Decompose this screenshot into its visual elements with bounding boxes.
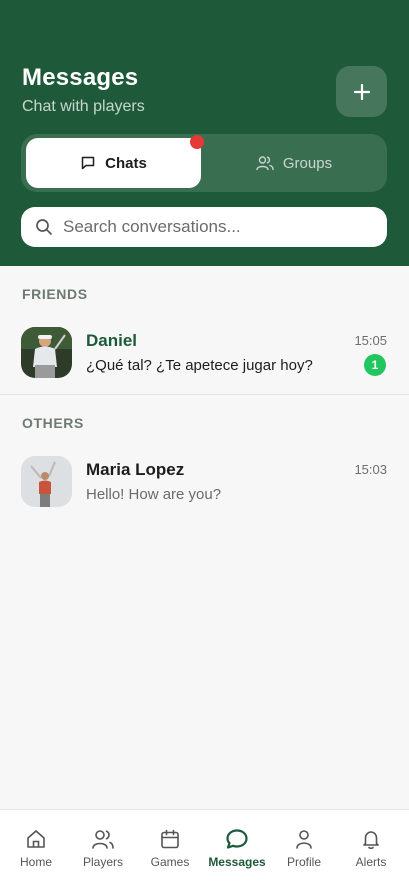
search-icon	[36, 219, 52, 235]
avatar	[21, 327, 72, 378]
header: Messages Chat with players Chats Groups	[0, 0, 409, 266]
chat-bubble-icon	[226, 829, 248, 849]
contact-name: Maria Lopez	[86, 460, 185, 479]
nav-messages-label: Messages	[208, 855, 266, 869]
nav-messages[interactable]: Messages	[203, 828, 271, 869]
users-icon	[92, 830, 114, 849]
message-preview: Hello! How are you?	[86, 486, 222, 503]
nav-players[interactable]: Players	[69, 828, 137, 869]
divider	[0, 394, 409, 395]
home-icon	[27, 830, 45, 848]
section-label-friends: FRIENDS	[22, 286, 88, 302]
tab-chats[interactable]: Chats	[26, 138, 201, 188]
calendar-icon	[161, 829, 179, 849]
chat-bubble-icon	[81, 156, 95, 170]
users-icon	[256, 156, 274, 171]
avatar	[21, 456, 72, 507]
message-preview: ¿Qué tal? ¿Te apetece jugar hoy?	[86, 357, 313, 374]
tab-groups[interactable]: Groups	[205, 138, 383, 188]
nav-players-label: Players	[82, 855, 123, 869]
bell-icon	[363, 831, 379, 850]
person-icon	[296, 830, 312, 849]
message-time: 15:05	[354, 333, 387, 348]
notification-dot	[190, 135, 204, 149]
nav-games[interactable]: Games	[136, 828, 204, 869]
nav-profile[interactable]: Profile	[270, 828, 338, 869]
search-input[interactable]	[63, 217, 363, 237]
tab-groups-label: Groups	[282, 154, 333, 172]
message-time: 15:03	[354, 462, 387, 477]
page-title: Messages	[22, 64, 139, 91]
conversation-row[interactable]: Maria Lopez Hello! How are you? 15:03	[0, 456, 409, 516]
plus-icon	[353, 83, 370, 100]
nav-games-label: Games	[150, 855, 190, 869]
nav-alerts[interactable]: Alerts	[337, 828, 405, 869]
page-subtitle: Chat with players	[22, 98, 145, 115]
unread-badge: 1	[364, 354, 386, 376]
section-label-others: OTHERS	[22, 415, 84, 431]
tab-bar: Chats Groups	[21, 134, 387, 192]
search-bar	[21, 207, 387, 247]
contact-name: Daniel	[86, 331, 138, 350]
tab-chats-label: Chats	[105, 154, 147, 172]
conversation-row[interactable]: Daniel ¿Qué tal? ¿Te apetece jugar hoy? …	[0, 327, 409, 387]
nav-home[interactable]: Home	[2, 828, 70, 869]
nav-alerts-label: Alerts	[355, 855, 387, 869]
new-chat-button[interactable]	[336, 66, 387, 117]
bottom-nav: Home Players Games Messages Profile Aler…	[0, 809, 409, 888]
nav-home-label: Home	[19, 855, 52, 869]
nav-profile-label: Profile	[286, 855, 321, 869]
